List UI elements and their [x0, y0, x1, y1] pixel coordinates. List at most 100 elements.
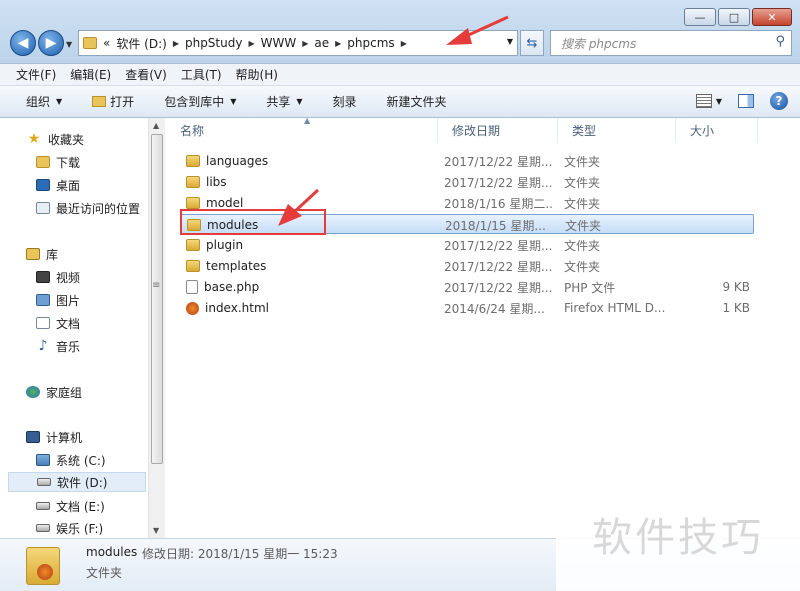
file-date: 2017/12/22 星期...: [444, 280, 553, 295]
back-button[interactable]: ◀: [10, 30, 36, 56]
nav-downloads[interactable]: 下载: [36, 152, 80, 172]
nav-homegroup[interactable]: 家庭组: [26, 382, 82, 402]
window-controls: — □ ✕: [682, 8, 792, 26]
column-header-size[interactable]: 大小: [676, 118, 758, 142]
watermark: 软件技巧: [556, 476, 800, 591]
recent-pages-dropdown[interactable]: ▼: [66, 40, 72, 49]
include-in-library-button[interactable]: 包含到库中 ▼: [164, 93, 236, 110]
search-icon[interactable]: ⚲: [775, 34, 785, 49]
scroll-down-icon[interactable]: ▼: [153, 526, 159, 535]
file-type: PHP 文件: [564, 280, 616, 295]
new-folder-button[interactable]: 新建文件夹: [387, 93, 447, 110]
navigation-pane: ★ 收藏夹 下载 桌面 最近访问的位置 库 视频 图片 文档 ♪ 音乐 家庭组 计算…: [0, 118, 148, 538]
file-date: 2018/1/16 星期二...: [444, 196, 554, 211]
chevron-right-icon[interactable]: ▶: [173, 39, 179, 48]
view-options-dropdown[interactable]: ▼: [716, 97, 722, 106]
menu-edit[interactable]: 编辑(E): [70, 66, 111, 83]
breadcrumb-item[interactable]: 软件 (D:) ▶: [116, 35, 179, 52]
column-label: 修改日期: [452, 123, 501, 138]
breadcrumb-item[interactable]: WWW ▶: [261, 36, 309, 50]
file-row[interactable]: plugin 2017/12/22 星期... 文件夹: [180, 235, 754, 255]
nav-music[interactable]: ♪ 音乐: [36, 336, 80, 356]
open-button[interactable]: 打开: [92, 93, 134, 110]
nav-videos[interactable]: 视频: [36, 267, 80, 287]
menu-help[interactable]: 帮助(H): [236, 66, 278, 83]
file-row[interactable]: base.php 2017/12/22 星期... PHP 文件 9 KB: [180, 277, 754, 297]
file-row[interactable]: templates 2017/12/22 星期... 文件夹: [180, 256, 754, 276]
php-file-icon: [186, 280, 198, 294]
column-header-type[interactable]: 类型: [558, 118, 676, 142]
forward-button[interactable]: ▶: [38, 30, 64, 56]
share-button[interactable]: 共享 ▼: [266, 93, 302, 110]
downloads-folder-icon: [36, 156, 50, 168]
menu-view[interactable]: 查看(V): [125, 66, 167, 83]
chevron-down-icon: ▼: [56, 97, 63, 106]
close-button[interactable]: ✕: [752, 8, 792, 26]
nav-documents[interactable]: 文档: [36, 313, 80, 333]
nav-label: 音乐: [56, 339, 81, 354]
chevron-right-icon[interactable]: ▶: [302, 39, 308, 48]
music-note-icon: ♪: [38, 338, 48, 354]
organize-button[interactable]: 组织 ▼: [26, 93, 62, 110]
nav-favorites[interactable]: ★ 收藏夹: [26, 129, 84, 149]
file-row[interactable]: languages 2017/12/22 星期... 文件夹: [180, 151, 754, 171]
chevron-down-icon: ▼: [230, 97, 237, 106]
maximize-button[interactable]: □: [718, 8, 750, 26]
folder-icon: [83, 37, 97, 49]
help-button[interactable]: ?: [770, 92, 788, 110]
column-header-name[interactable]: 名称: [166, 118, 438, 142]
share-label: 共享: [266, 95, 291, 109]
recent-places-icon: [36, 202, 50, 214]
column-label: 大小: [690, 123, 715, 138]
search-placeholder: 搜索 phpcms: [561, 36, 637, 51]
details-name: modules: [86, 545, 138, 559]
breadcrumb-item[interactable]: phpcms ▶: [347, 36, 407, 50]
system-drive-icon: [36, 454, 50, 466]
nav-recent-places[interactable]: 最近访问的位置: [36, 198, 140, 218]
file-size: [670, 172, 750, 192]
chevron-right-icon[interactable]: ▶: [335, 39, 341, 48]
document-icon: [36, 317, 50, 329]
address-dropdown-button[interactable]: ▼: [507, 37, 513, 46]
firefox-icon: [37, 564, 53, 580]
breadcrumb-label: phpcms: [347, 36, 395, 50]
burn-button[interactable]: 刻录: [333, 93, 357, 110]
nav-drive-c[interactable]: 系统 (C:): [36, 450, 106, 470]
file-row[interactable]: libs 2017/12/22 星期... 文件夹: [180, 172, 754, 192]
refresh-button[interactable]: ⇆: [520, 30, 544, 56]
nav-libraries[interactable]: 库: [26, 244, 58, 264]
menu-file[interactable]: 文件(F): [16, 66, 56, 83]
search-input[interactable]: 搜索 phpcms ⚲: [550, 30, 792, 56]
nav-drive-d[interactable]: 软件 (D:): [8, 472, 146, 492]
breadcrumb-label: WWW: [260, 36, 297, 50]
chevron-right-icon[interactable]: ▶: [401, 39, 407, 48]
scrollbar-thumb[interactable]: [151, 134, 163, 464]
file-type: 文件夹: [564, 154, 601, 169]
chevron-right-icon[interactable]: ▶: [248, 39, 254, 48]
video-icon: [36, 271, 50, 283]
nav-pictures[interactable]: 图片: [36, 290, 80, 310]
drive-icon: [36, 502, 50, 510]
nav-drive-e[interactable]: 文档 (E:): [36, 496, 105, 516]
scroll-up-icon[interactable]: ▲: [153, 121, 159, 130]
homegroup-icon: [26, 386, 40, 398]
nav-computer[interactable]: 计算机: [26, 427, 82, 447]
file-size: [670, 151, 750, 171]
preview-pane-button[interactable]: [738, 94, 754, 108]
breadcrumb-item[interactable]: ae ▶: [314, 36, 341, 50]
column-header-date[interactable]: 修改日期: [438, 118, 558, 142]
nav-drive-f[interactable]: 娱乐 (F:): [36, 518, 103, 538]
view-details-icon[interactable]: [695, 94, 712, 108]
minimize-button[interactable]: —: [684, 8, 716, 26]
nav-label: 文档: [56, 316, 81, 331]
navigation-scrollbar[interactable]: ▲ ≡ ▼: [148, 118, 165, 538]
breadcrumb-item[interactable]: phpStudy ▶: [185, 36, 255, 50]
nav-desktop[interactable]: 桌面: [36, 175, 80, 195]
address-bar[interactable]: « 软件 (D:) ▶ phpStudy ▶ WWW ▶ ae ▶ phpcms ▶ ▼: [78, 30, 518, 56]
file-row[interactable]: index.html 2014/6/24 星期... Firefox HTML …: [180, 298, 754, 318]
burn-label: 刻录: [332, 95, 357, 109]
file-date: 2017/12/22 星期...: [444, 154, 553, 169]
breadcrumb-overflow[interactable]: «: [103, 36, 110, 50]
file-type: 文件夹: [564, 259, 601, 274]
menu-tools[interactable]: 工具(T): [181, 66, 222, 83]
